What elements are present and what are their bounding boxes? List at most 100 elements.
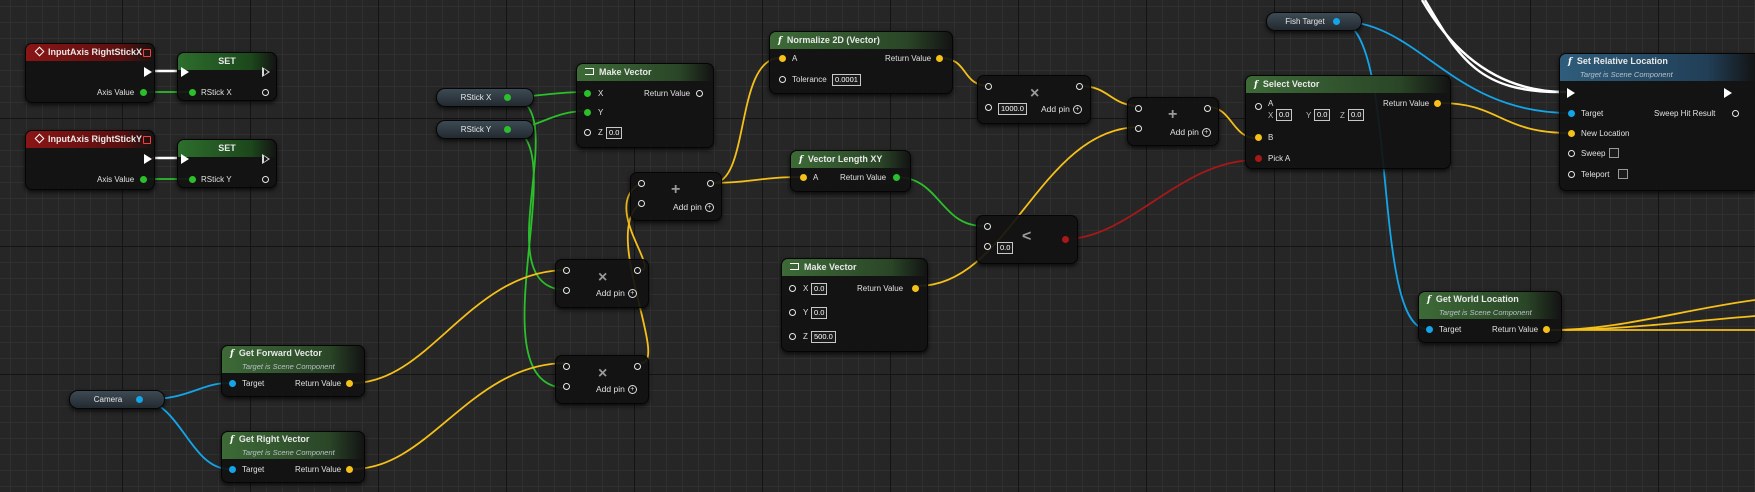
a-in-pin[interactable] — [779, 55, 786, 62]
b-in-pin[interactable] — [1135, 125, 1142, 132]
make-vector-node[interactable]: Make Vector X Y Z 0.0 Return Value — [576, 63, 714, 148]
a-in-pin[interactable] — [985, 83, 992, 90]
rstick-x-in-pin[interactable] — [189, 89, 196, 96]
exec-in-pin[interactable] — [181, 67, 189, 77]
z-value-field[interactable]: 0.0 — [606, 127, 623, 139]
return-value-pin[interactable] — [893, 174, 900, 181]
x-in-pin[interactable] — [584, 90, 591, 97]
z-in-pin[interactable] — [584, 129, 591, 136]
b-in-pin[interactable] — [563, 287, 570, 294]
add-pin-button[interactable]: Add pin + — [596, 288, 637, 299]
y-value-field[interactable]: 0.0 — [811, 307, 828, 319]
a-y-value-field[interactable]: 0.0 — [1314, 109, 1331, 121]
multiplier-value-field[interactable]: 1000.0 — [998, 103, 1027, 115]
b-in-pin[interactable] — [638, 200, 645, 207]
delegate-pin[interactable] — [143, 136, 151, 144]
teleport-in-pin[interactable] — [1568, 171, 1575, 178]
a-in-pin[interactable] — [1255, 103, 1262, 110]
return-value-pin[interactable] — [346, 466, 353, 473]
exec-out-pin[interactable] — [262, 154, 270, 164]
delegate-pin[interactable] — [143, 49, 151, 57]
b-in-pin[interactable] — [1255, 134, 1262, 141]
multiply-node[interactable]: × Add pin + — [555, 355, 649, 404]
target-in-pin[interactable] — [1568, 110, 1575, 117]
z-value-field[interactable]: 500.0 — [811, 331, 836, 343]
add-pin-button[interactable]: Add pin + — [596, 384, 637, 395]
set-rstick-x-node[interactable]: SET RStick X — [177, 52, 277, 101]
z-in-pin[interactable] — [789, 333, 796, 340]
axis-value-pin[interactable] — [140, 89, 147, 96]
vector-length-xy-node[interactable]: f Vector Length XY A Return Value — [790, 150, 911, 192]
rstick-x-out-pin[interactable] — [504, 94, 511, 101]
exec-out-pin[interactable] — [144, 67, 152, 77]
set-relative-location-node[interactable]: f Set Relative Location Target is Scene Co… — [1559, 53, 1755, 191]
add-pin-button[interactable]: Add pin + — [673, 202, 714, 213]
get-forward-vector-node[interactable]: f Get Forward Vector Target is Scene Compo… — [221, 345, 365, 397]
sweep-checkbox[interactable] — [1609, 148, 1619, 158]
rstick-y-out-pin[interactable] — [504, 126, 511, 133]
input-axis-rightstick-x-node[interactable]: InputAxis RightStickX Axis Value — [25, 43, 155, 103]
new-location-in-pin[interactable] — [1568, 130, 1575, 137]
exec-in-pin[interactable] — [181, 154, 189, 164]
x-in-pin[interactable] — [789, 285, 796, 292]
b-in-pin[interactable] — [563, 383, 570, 390]
make-vector-node[interactable]: Make Vector X 0.0 Y 0.0 Z 500.0 Return V… — [781, 258, 928, 352]
out-pin[interactable] — [1204, 105, 1211, 112]
a-z-value-field[interactable]: 0.0 — [1348, 109, 1365, 121]
b-in-pin[interactable] — [985, 104, 992, 111]
result-out-pin[interactable] — [1062, 236, 1069, 243]
sweep-hit-result-pin[interactable] — [1732, 110, 1739, 117]
axis-value-pin[interactable] — [140, 176, 147, 183]
out-pin[interactable] — [634, 363, 641, 370]
return-value-pin[interactable] — [1434, 100, 1441, 107]
out-pin[interactable] — [707, 180, 714, 187]
exec-out-pin[interactable] — [262, 67, 270, 77]
target-in-pin[interactable] — [1426, 326, 1433, 333]
y-in-pin[interactable] — [789, 309, 796, 316]
fish-target-out-pin[interactable] — [1333, 18, 1340, 25]
teleport-checkbox[interactable] — [1618, 169, 1628, 179]
get-world-location-node[interactable]: f Get World Location Target is Scene Compo… — [1418, 291, 1562, 343]
add-node[interactable]: + Add pin + — [1127, 97, 1219, 146]
x-value-field[interactable]: 0.0 — [811, 283, 828, 295]
get-rstick-x-node[interactable]: RStick X — [436, 88, 534, 107]
get-right-vector-node[interactable]: f Get Right Vector Target is Scene Compone… — [221, 431, 365, 483]
a-x-value-field[interactable]: 0.0 — [1276, 109, 1293, 121]
return-value-pin[interactable] — [936, 55, 943, 62]
tolerance-in-pin[interactable] — [779, 76, 786, 83]
normalize-2d-node[interactable]: f Normalize 2D (Vector) A Tolerance 0.000… — [769, 31, 953, 94]
exec-out-pin[interactable] — [1724, 88, 1732, 98]
select-vector-node[interactable]: f Select Vector A X 0.0 Y 0.0 Z 0.0 B Pic… — [1245, 75, 1451, 169]
add-pin-button[interactable]: Add pin + — [1170, 127, 1211, 138]
rstick-y-out-pin[interactable] — [262, 176, 269, 183]
camera-node[interactable]: Camera — [69, 390, 165, 409]
compare-value-field[interactable]: 0.0 — [997, 242, 1014, 254]
add-pin-button[interactable]: Add pin + — [1041, 104, 1082, 115]
exec-out-pin[interactable] — [144, 154, 152, 164]
add-node[interactable]: + Add pin + — [630, 172, 722, 221]
out-pin[interactable] — [634, 267, 641, 274]
target-in-pin[interactable] — [229, 466, 236, 473]
a-in-pin[interactable] — [984, 223, 991, 230]
return-value-pin[interactable] — [1543, 326, 1550, 333]
camera-out-pin[interactable] — [136, 396, 143, 403]
b-in-pin[interactable] — [984, 243, 991, 250]
a-in-pin[interactable] — [563, 267, 570, 274]
less-than-node[interactable]: < 0.0 — [976, 215, 1078, 264]
return-value-pin[interactable] — [346, 380, 353, 387]
sweep-in-pin[interactable] — [1568, 150, 1575, 157]
target-in-pin[interactable] — [229, 380, 236, 387]
input-axis-rightstick-y-node[interactable]: InputAxis RightStickY Axis Value — [25, 130, 155, 190]
return-value-pin[interactable] — [696, 90, 703, 97]
multiply-node[interactable]: × Add pin + — [555, 259, 649, 308]
tolerance-value-field[interactable]: 0.0001 — [832, 74, 861, 86]
rstick-y-in-pin[interactable] — [189, 176, 196, 183]
rstick-x-out-pin[interactable] — [262, 89, 269, 96]
out-pin[interactable] — [1076, 83, 1083, 90]
a-in-pin[interactable] — [800, 174, 807, 181]
exec-in-pin[interactable] — [1567, 88, 1575, 98]
pick-a-in-pin[interactable] — [1255, 155, 1262, 162]
a-in-pin[interactable] — [563, 363, 570, 370]
a-in-pin[interactable] — [1135, 105, 1142, 112]
return-value-pin[interactable] — [912, 285, 919, 292]
